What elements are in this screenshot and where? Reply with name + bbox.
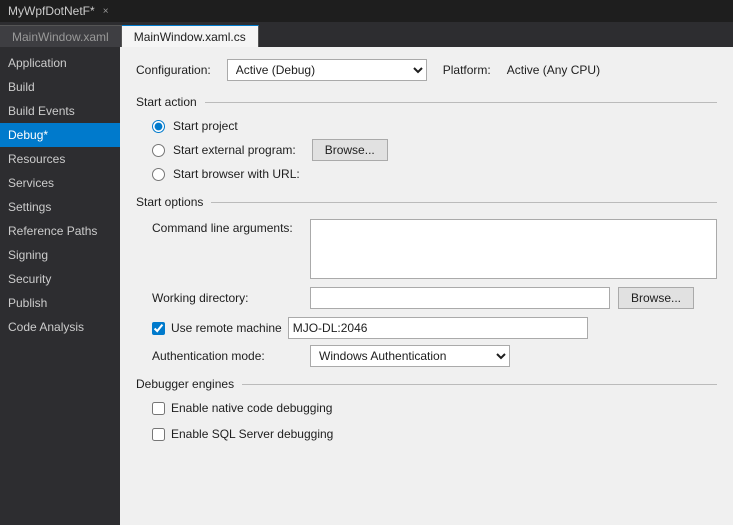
start-project-row: Start project [152, 119, 717, 133]
main-area: Application Build Build Events Debug* Re… [0, 47, 733, 525]
start-action-divider [205, 102, 717, 103]
debugger-engines-header: Debugger engines [136, 377, 717, 391]
native-debugging-label: Enable native code debugging [171, 401, 332, 415]
start-external-row: Start external program: Browse... [152, 139, 717, 161]
start-options-header: Start options [136, 195, 717, 209]
working-directory-label: Working directory: [152, 291, 302, 305]
sidebar-item-code-analysis[interactable]: Code Analysis [0, 315, 120, 339]
native-debugging-checkbox[interactable] [152, 402, 165, 415]
platform-value: Active (Any CPU) [507, 63, 600, 77]
sidebar-item-debug[interactable]: Debug* [0, 123, 120, 147]
start-browser-label: Start browser with URL: [173, 167, 300, 181]
debugger-engines-divider [242, 384, 717, 385]
tab-main-xaml-cs[interactable]: MainWindow.xaml.cs [122, 25, 259, 47]
debugger-engines-options: Enable native code debugging Enable SQL … [152, 401, 717, 447]
start-action-header: Start action [136, 95, 717, 109]
sql-debugging-label: Enable SQL Server debugging [171, 427, 333, 441]
sidebar-item-build-events[interactable]: Build Events [0, 99, 120, 123]
start-action-options: Start project Start external program: Br… [152, 119, 717, 181]
authentication-mode-select[interactable]: Windows Authentication [310, 345, 510, 367]
tab-bar: MainWindow.xaml MainWindow.xaml.cs [0, 22, 733, 47]
authentication-mode-label: Authentication mode: [152, 349, 302, 363]
tab-main-xaml-cs-label: MainWindow.xaml.cs [134, 30, 246, 44]
platform-label: Platform: [443, 63, 491, 77]
start-browser-row: Start browser with URL: [152, 167, 717, 181]
command-line-input[interactable] [310, 219, 717, 279]
tab-main-xaml[interactable]: MainWindow.xaml [0, 25, 122, 47]
working-directory-input[interactable] [310, 287, 610, 309]
config-row: Configuration: Active (Debug) Platform: … [136, 59, 717, 81]
working-directory-row: Working directory: Browse... [152, 287, 717, 309]
sidebar: Application Build Build Events Debug* Re… [0, 47, 120, 525]
start-project-label: Start project [173, 119, 238, 133]
project-title: MyWpfDotNetF* [8, 4, 95, 18]
use-remote-machine-checkbox[interactable] [152, 322, 165, 335]
command-line-row: Command line arguments: [152, 219, 717, 279]
start-options-label: Start options [136, 195, 203, 209]
sql-debugging-row: Enable SQL Server debugging [152, 427, 717, 441]
configuration-select[interactable]: Active (Debug) [227, 59, 427, 81]
sidebar-item-settings[interactable]: Settings [0, 195, 120, 219]
debugger-engines-label: Debugger engines [136, 377, 234, 391]
use-remote-machine-label: Use remote machine [171, 321, 282, 335]
use-remote-machine-row: Use remote machine [152, 317, 717, 339]
command-line-label: Command line arguments: [152, 219, 302, 235]
sidebar-item-build[interactable]: Build [0, 75, 120, 99]
start-browser-radio[interactable] [152, 168, 165, 181]
sql-debugging-checkbox[interactable] [152, 428, 165, 441]
sidebar-item-publish[interactable]: Publish [0, 291, 120, 315]
start-external-browse-button[interactable]: Browse... [312, 139, 388, 161]
native-debugging-row: Enable native code debugging [152, 401, 717, 415]
sidebar-item-reference-paths[interactable]: Reference Paths [0, 219, 120, 243]
sidebar-item-services[interactable]: Services [0, 171, 120, 195]
start-options-form: Command line arguments: Working director… [152, 219, 717, 367]
start-external-label: Start external program: [173, 143, 296, 157]
sidebar-item-security[interactable]: Security [0, 267, 120, 291]
authentication-mode-row: Authentication mode: Windows Authenticat… [152, 345, 717, 367]
start-project-radio[interactable] [152, 120, 165, 133]
content-area: Configuration: Active (Debug) Platform: … [120, 47, 733, 525]
working-directory-browse-button[interactable]: Browse... [618, 287, 694, 309]
close-icon[interactable]: × [103, 6, 109, 17]
sidebar-item-resources[interactable]: Resources [0, 147, 120, 171]
sidebar-item-application[interactable]: Application [0, 51, 120, 75]
remote-machine-input[interactable] [288, 317, 588, 339]
start-external-radio[interactable] [152, 144, 165, 157]
tab-main-xaml-label: MainWindow.xaml [12, 30, 109, 44]
title-bar: MyWpfDotNetF* × [0, 0, 733, 22]
start-options-divider [211, 202, 717, 203]
configuration-label: Configuration: [136, 63, 211, 77]
start-action-label: Start action [136, 95, 197, 109]
sidebar-item-signing[interactable]: Signing [0, 243, 120, 267]
